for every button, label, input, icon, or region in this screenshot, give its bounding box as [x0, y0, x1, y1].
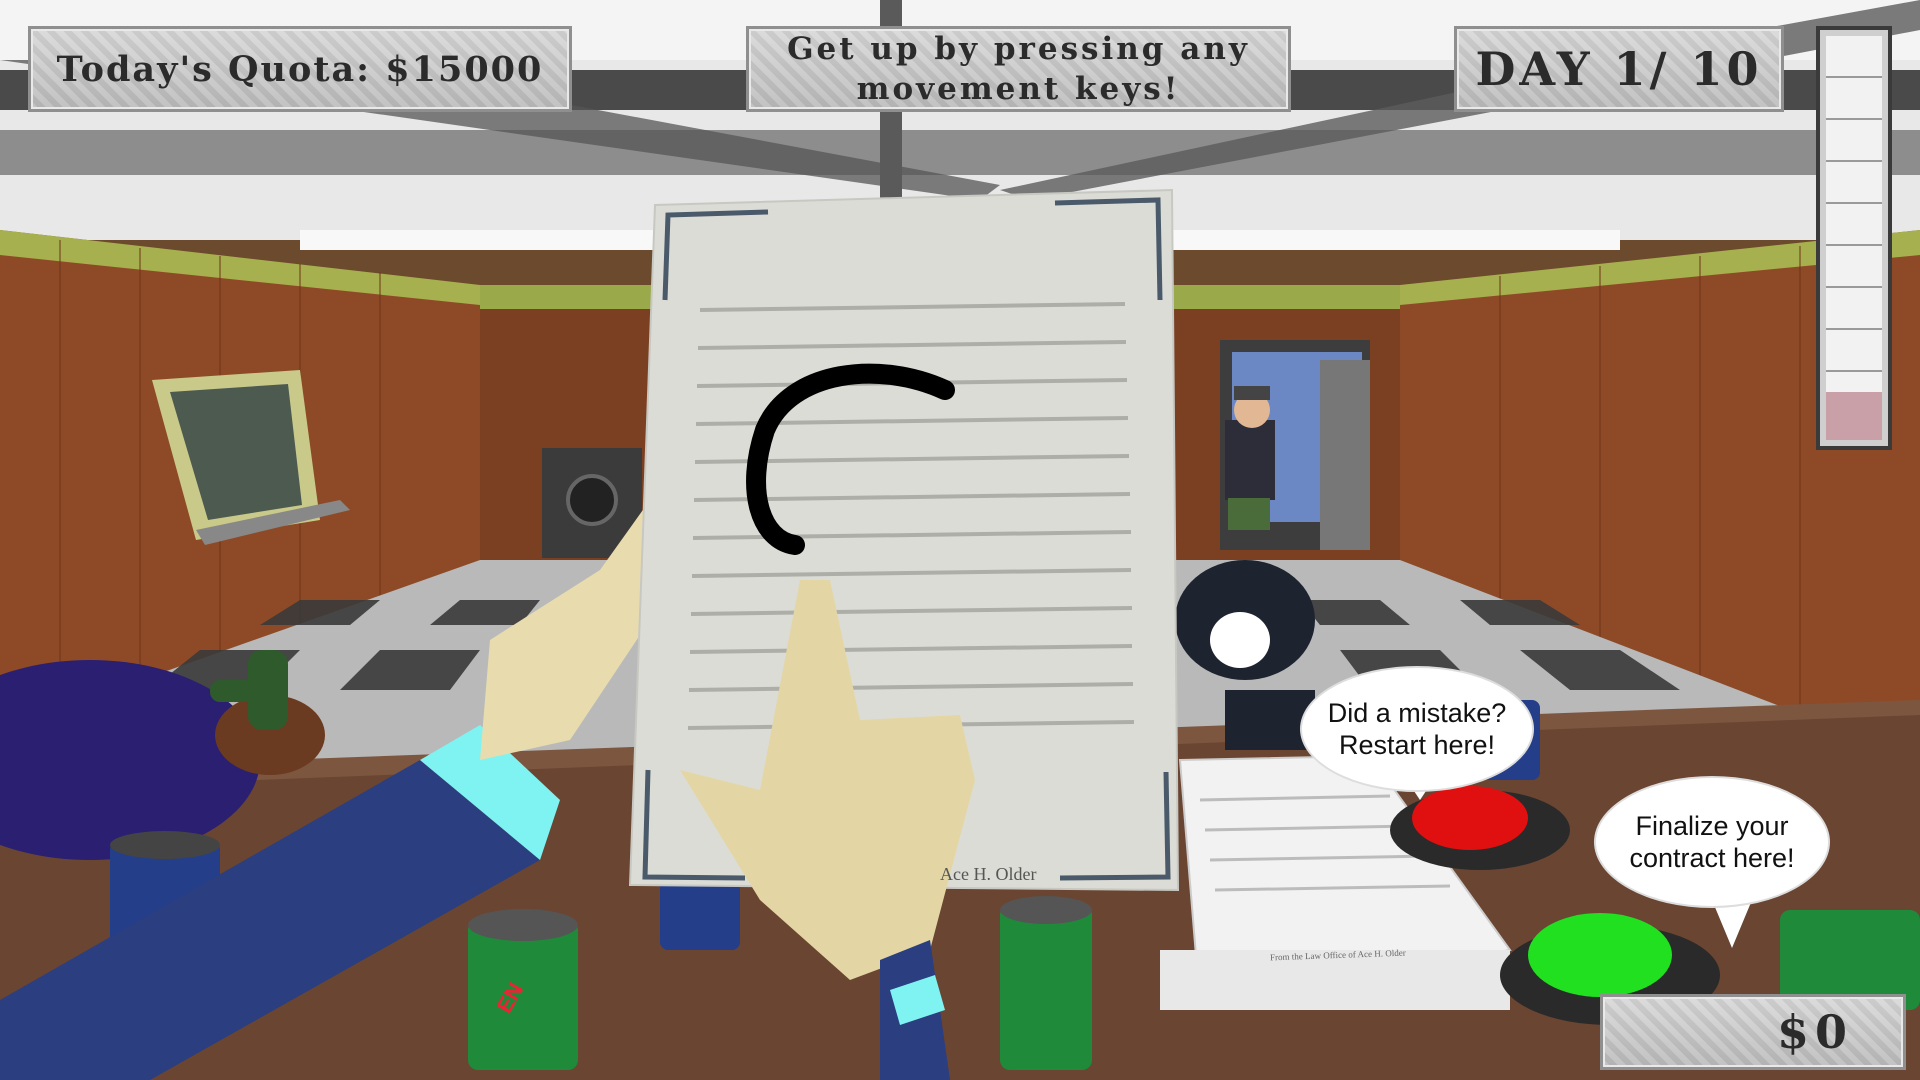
- contract-paper[interactable]: [640, 200, 1170, 880]
- money-label: $0: [1776, 1005, 1853, 1059]
- hint-panel: Get up by pressing any movement keys!: [746, 26, 1291, 112]
- time-meter: [1816, 26, 1892, 450]
- finalize-tooltip[interactable]: Finalize your contract here!: [1596, 778, 1828, 906]
- day-counter: DAY 1/ 10: [1454, 26, 1784, 112]
- restart-tooltip-text: Did a mistake? Restart here!: [1327, 698, 1507, 760]
- hint-text: Get up by pressing any movement keys!: [787, 31, 1250, 107]
- restart-tooltip[interactable]: Did a mistake? Restart here!: [1302, 668, 1532, 790]
- restart-button[interactable]: [1410, 785, 1530, 855]
- quota-label: Today's Quota: $15000: [56, 48, 544, 90]
- money-panel: $0: [1600, 994, 1906, 1070]
- time-meter-track: [1826, 36, 1882, 440]
- quota-panel: Today's Quota: $15000: [28, 26, 572, 112]
- time-meter-fill: [1826, 392, 1882, 440]
- finalize-tooltip-text: Finalize your contract here!: [1629, 811, 1795, 873]
- day-label: DAY 1/ 10: [1475, 42, 1763, 96]
- finalize-button[interactable]: [1525, 910, 1675, 1000]
